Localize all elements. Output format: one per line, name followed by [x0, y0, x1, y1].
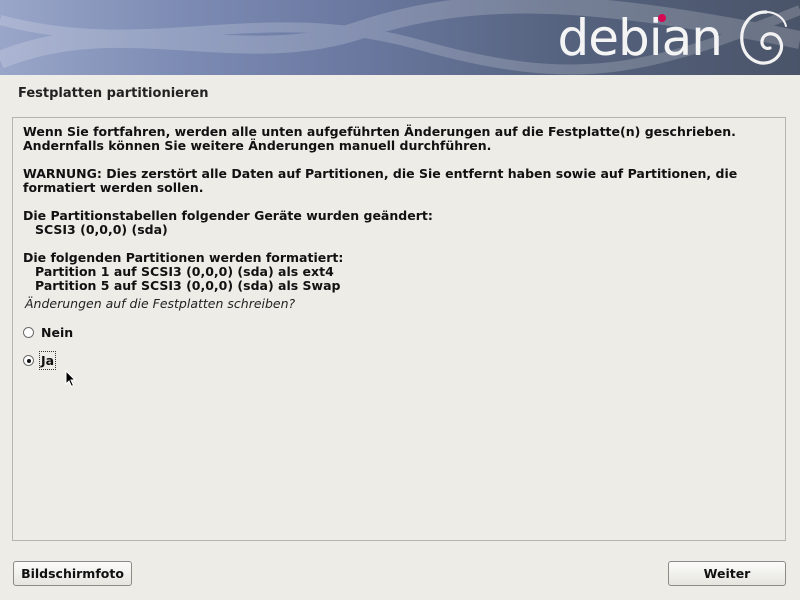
page-title: Festplatten partitionieren — [18, 86, 209, 101]
warning-line-2: formatiert werden sollen. — [23, 180, 204, 195]
partition-tables-section: Die Partitionstabellen folgender Geräte … — [23, 209, 433, 237]
warning-text: WARNUNG: Dies zerstört alle Daten auf Pa… — [23, 167, 737, 195]
continue-button[interactable]: Weiter — [668, 561, 786, 586]
partition-tables-header: Die Partitionstabellen folgender Geräte … — [23, 208, 433, 223]
option-no[interactable]: Nein — [23, 325, 73, 340]
radio-no[interactable] — [23, 327, 34, 338]
header-banner: debian — [0, 0, 800, 75]
option-no-label[interactable]: Nein — [41, 325, 73, 340]
intro-line-1: Wenn Sie fortfahren, werden alle unten a… — [23, 124, 736, 139]
option-yes-label[interactable]: Ja — [38, 351, 57, 370]
content-panel: Wenn Sie fortfahren, werden alle unten a… — [12, 117, 786, 541]
format-section: Die folgenden Partitionen werden formati… — [23, 251, 343, 293]
intro-text: Wenn Sie fortfahren, werden alle unten a… — [23, 125, 736, 153]
debian-swirl-icon — [740, 10, 787, 65]
format-item: Partition 1 auf SCSI3 (0,0,0) (sda) als … — [35, 264, 334, 279]
installer-window: debian Festplatten partitionieren Wenn S… — [0, 0, 800, 600]
mouse-pointer-icon — [65, 370, 77, 388]
option-yes[interactable]: Ja — [23, 351, 57, 370]
screenshot-button[interactable]: Bildschirmfoto — [13, 561, 132, 586]
question-label: Änderungen auf die Festplatten schreiben… — [25, 296, 296, 311]
warning-line-1: WARNUNG: Dies zerstört alle Daten auf Pa… — [23, 166, 738, 181]
intro-line-2: Andernfalls können Sie weitere Änderunge… — [23, 138, 492, 153]
format-item: Partition 5 auf SCSI3 (0,0,0) (sda) als … — [35, 278, 341, 293]
format-header: Die folgenden Partitionen werden formati… — [23, 250, 344, 265]
logo-red-dot — [658, 14, 666, 22]
radio-yes[interactable] — [23, 355, 34, 366]
partition-table-item: SCSI3 (0,0,0) (sda) — [35, 222, 168, 237]
debian-logo-text: debian — [557, 9, 723, 67]
